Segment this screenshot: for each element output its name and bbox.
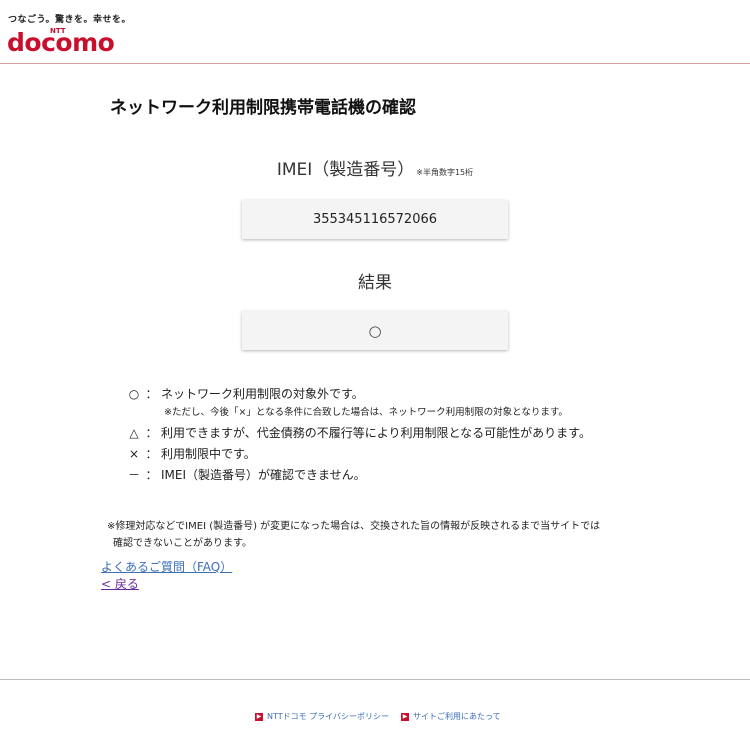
site-terms-link[interactable]: ▶ サイトご利用にあたって [401,711,501,722]
imei-digit-note: ※半角数字15桁 [416,168,474,177]
legend-colon: ： [145,426,158,440]
result-value: ○ [368,321,382,340]
privacy-policy-link[interactable]: ▶ NTTドコモ プライバシーポリシー [255,711,389,722]
arrow-right-icon: ▶ [401,712,409,721]
legend-row-unknown: － ： IMEI（製造番号）が確認できません。 [126,464,591,485]
imei-value: 355345116572066 [312,212,438,227]
legend-row-ok: ○ ： ネットワーク利用制限の対象外です。 [126,383,591,404]
footer-links: ▶ NTTドコモ プライバシーポリシー ▶ サイトご利用にあたって [255,711,513,722]
legend-symbol: × [128,446,140,461]
footnote-line-2: 確認できないことがあります。 [113,538,252,549]
legend-symbol: － [127,468,140,482]
imei-value-box: 355345116572066 [242,200,508,239]
legend-text: 利用できますが、代金債務の不履行等により利用制限となる可能性があります。 [161,426,591,440]
imei-label: IMEI（製造番号） ※半角数字15桁 [0,155,750,180]
legend-colon: ： [145,468,158,482]
legend-text: ネットワーク利用制限の対象外です。 [161,387,364,401]
arrow-right-icon: ▶ [255,712,263,721]
privacy-policy-label: NTTドコモ プライバシーポリシー [267,712,389,721]
legend-row-restricted: × ： 利用制限中です。 [126,443,591,464]
site-header: つなごう。驚きを。幸せを。 NTT docomo [0,0,750,64]
footnote-line-1: ※修理対応などでIMEI (製造番号) が変更になった場合は、交換された旨の情報… [107,521,601,532]
site-footer: ▶ NTTドコモ プライバシーポリシー ▶ サイトご利用にあたって [0,679,750,750]
legend-colon: ： [145,447,158,461]
legend-row-caution: △ ： 利用できますが、代金債務の不履行等により利用制限となる可能性があります。 [126,422,591,443]
legend-text: IMEI（製造番号）が確認できません。 [161,468,366,482]
site-terms-label: サイトご利用にあたって [413,712,501,721]
page-links: よくあるご質問（FAQ） < 戻る [101,559,232,593]
result-label: 結果 [358,273,392,293]
legend-symbol: △ [129,425,139,440]
page-title: ネットワーク利用制限携帯電話機の確認 [110,98,416,118]
result-value-box: ○ [242,311,508,350]
imei-label-text: IMEI（製造番号） [276,160,415,180]
result-legend: ○ ： ネットワーク利用制限の対象外です。 ※ただし、今後「×」となる条件に合致… [126,383,591,485]
faq-link[interactable]: よくあるご質問（FAQ） [101,559,232,576]
brand-tagline: つなごう。驚きを。幸せを。 [8,15,131,25]
legend-ok-note: ※ただし、今後「×」となる条件に合致した場合は、ネットワーク利用制限の対象となり… [164,407,568,418]
repair-footnote: ※修理対応などでIMEI (製造番号) が変更になった場合は、交換された旨の情報… [107,518,647,552]
legend-symbol: ○ [128,386,140,401]
legend-colon: ： [145,387,158,401]
back-link[interactable]: < 戻る [101,576,232,593]
docomo-logo[interactable]: docomo [7,28,115,57]
legend-text: 利用制限中です。 [161,447,256,461]
